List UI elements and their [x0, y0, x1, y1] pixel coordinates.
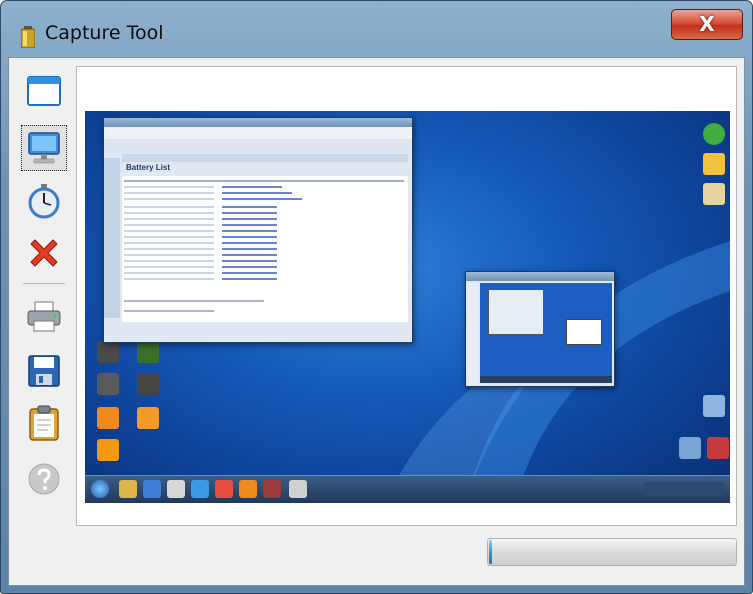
- desktop-icon[interactable]: [97, 439, 119, 461]
- taskbar-icon[interactable]: [167, 480, 185, 498]
- monitor-icon: [28, 132, 60, 164]
- vlc-icon[interactable]: [137, 407, 159, 429]
- desktop-icon[interactable]: [97, 373, 119, 395]
- toolbar-divider: [23, 283, 65, 284]
- desktop-icon[interactable]: [679, 437, 701, 459]
- desktop-icon[interactable]: [137, 373, 159, 395]
- captured-app-heading: Battery List: [126, 163, 171, 172]
- window-icon: [27, 76, 61, 106]
- captured-taskbar: [85, 475, 730, 503]
- taskbar-icon[interactable]: [143, 480, 161, 498]
- captured-app-toolbar: [104, 139, 412, 153]
- help-icon: [28, 463, 60, 495]
- nested-capture-window: [465, 271, 615, 387]
- copy-to-clipboard-button[interactable]: [21, 400, 67, 446]
- cancel-button[interactable]: [21, 230, 67, 276]
- screen-capture-button[interactable]: [21, 125, 67, 171]
- captured-app-menubar: [104, 127, 412, 139]
- title-bar[interactable]: Capture Tool X: [1, 1, 752, 57]
- taskbar-icon[interactable]: [215, 480, 233, 498]
- captured-app-table: [122, 176, 408, 322]
- system-tray: [644, 482, 724, 496]
- battery-icon: [21, 26, 35, 48]
- help-button[interactable]: [21, 456, 67, 502]
- capture-progress-bar: [487, 538, 737, 566]
- client-area: Battery List: [8, 57, 745, 586]
- timer-button[interactable]: [21, 178, 67, 224]
- capture-tool-window: Capture Tool X Battery List: [0, 0, 753, 594]
- taskbar-icon[interactable]: [263, 480, 281, 498]
- floppy-disk-icon: [28, 355, 60, 387]
- taskbar-icon[interactable]: [119, 480, 137, 498]
- desktop-icon[interactable]: [137, 341, 159, 363]
- captured-app-titlebar: [104, 118, 412, 127]
- desktop-icon[interactable]: [707, 437, 729, 459]
- captured-screenshot: Battery List: [85, 111, 730, 503]
- save-button[interactable]: [21, 348, 67, 394]
- captured-app-window: Battery List: [103, 117, 413, 343]
- window-title: Capture Tool: [45, 22, 164, 44]
- captured-app-sidebar: [104, 158, 120, 318]
- preview-panel: Battery List: [76, 66, 737, 526]
- print-button[interactable]: [21, 294, 67, 340]
- progress-fill: [489, 540, 492, 564]
- stopwatch-icon: [28, 184, 60, 219]
- start-button-icon[interactable]: [91, 480, 109, 498]
- taskbar-icon[interactable]: [239, 480, 257, 498]
- window-capture-button[interactable]: [21, 68, 67, 114]
- taskbar-icon[interactable]: [191, 480, 209, 498]
- desktop-icon[interactable]: [97, 341, 119, 363]
- clipboard-icon: [29, 405, 59, 441]
- desktop-icon[interactable]: [703, 123, 725, 145]
- desktop-icon[interactable]: [703, 395, 725, 417]
- desktop-icon[interactable]: [703, 183, 725, 205]
- desktop-icon[interactable]: [703, 153, 725, 175]
- red-x-icon: [30, 239, 58, 267]
- vlc-icon[interactable]: [97, 407, 119, 429]
- taskbar-icon[interactable]: [289, 480, 307, 498]
- close-button[interactable]: X: [671, 9, 743, 40]
- printer-icon: [27, 301, 61, 332]
- captured-app-tabs: [122, 154, 408, 162]
